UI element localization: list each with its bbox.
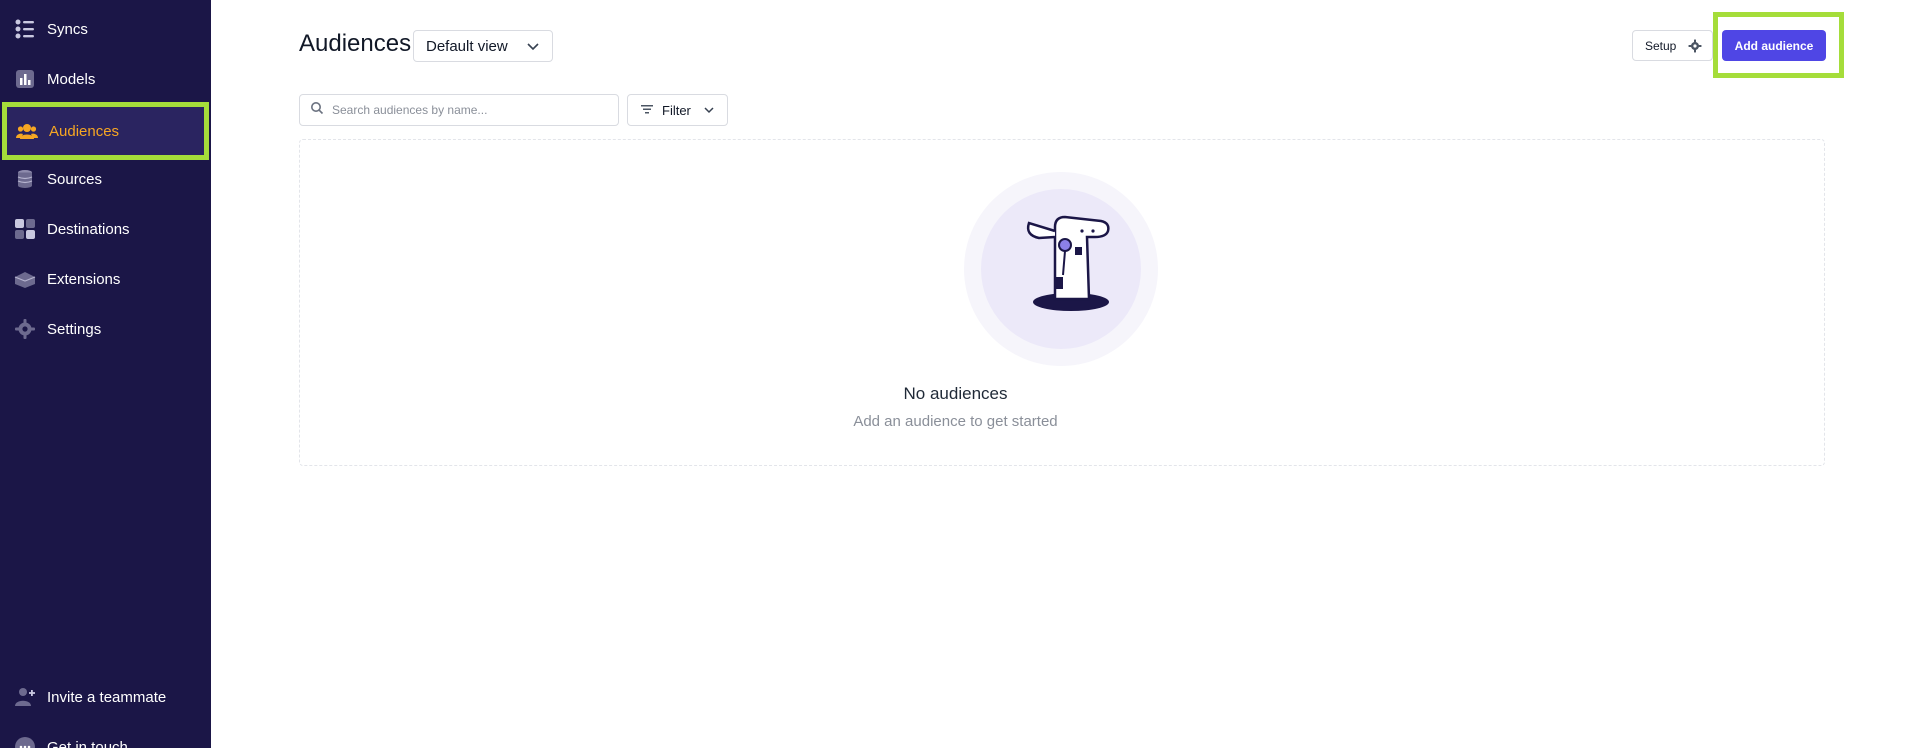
audiences-icon	[16, 120, 38, 142]
sidebar-item-destinations[interactable]: Destinations	[0, 204, 211, 254]
destinations-icon	[14, 218, 36, 240]
extensions-icon	[14, 268, 36, 290]
empty-state-subtitle: Add an audience to get started	[853, 413, 1058, 430]
sidebar-item-syncs[interactable]: Syncs	[0, 4, 211, 54]
filter-label: Filter	[662, 102, 691, 118]
syncs-icon	[14, 18, 36, 40]
sidebar-item-sources[interactable]: Sources	[0, 154, 211, 204]
view-select-value: Default view	[426, 37, 508, 55]
sidebar-item-settings[interactable]: Settings	[0, 304, 211, 354]
sidebar-item-label: Get in touch	[47, 738, 128, 748]
sidebar-item-audiences[interactable]: Audiences	[2, 102, 209, 160]
empty-state-title: No audiences	[903, 384, 1008, 403]
sidebar-item-label: Syncs	[47, 20, 88, 38]
setup-label: Setup	[1645, 38, 1677, 53]
sidebar-item-label: Destinations	[47, 220, 130, 238]
sidebar-item-invite[interactable]: Invite a teammate	[0, 672, 211, 722]
sidebar: Syncs Models Audiences Sources Destinati…	[0, 0, 211, 748]
view-select[interactable]: Default view	[413, 30, 553, 62]
models-icon	[14, 68, 36, 90]
search-icon	[310, 101, 324, 120]
sidebar-item-label: Sources	[47, 170, 103, 188]
filter-button[interactable]: Filter	[627, 94, 728, 126]
empty-state-illustration	[963, 171, 1159, 367]
gear-icon	[1688, 39, 1702, 56]
sidebar-item-label: Models	[47, 70, 96, 88]
settings-icon	[14, 318, 36, 340]
sidebar-item-label: Settings	[47, 320, 102, 338]
sources-icon	[14, 168, 36, 190]
search-box[interactable]	[299, 94, 619, 126]
chevron-down-icon	[703, 104, 715, 119]
sidebar-item-label: Extensions	[47, 270, 121, 288]
sidebar-item-get-in-touch[interactable]: Get in touch	[0, 722, 211, 748]
sidebar-item-extensions[interactable]: Extensions	[0, 254, 211, 304]
search-input[interactable]	[332, 103, 602, 117]
page-title: Audiences	[299, 30, 412, 57]
sidebar-item-models[interactable]: Models	[0, 54, 211, 104]
chevron-down-icon	[526, 39, 540, 57]
sidebar-item-label: Invite a teammate	[47, 688, 167, 706]
chat-icon	[14, 736, 36, 748]
filter-icon	[640, 102, 654, 119]
setup-button[interactable]: Setup	[1632, 30, 1713, 61]
invite-icon	[14, 686, 36, 708]
sidebar-item-label: Audiences	[49, 122, 120, 140]
add-audience-button[interactable]: Add audience	[1722, 30, 1826, 61]
